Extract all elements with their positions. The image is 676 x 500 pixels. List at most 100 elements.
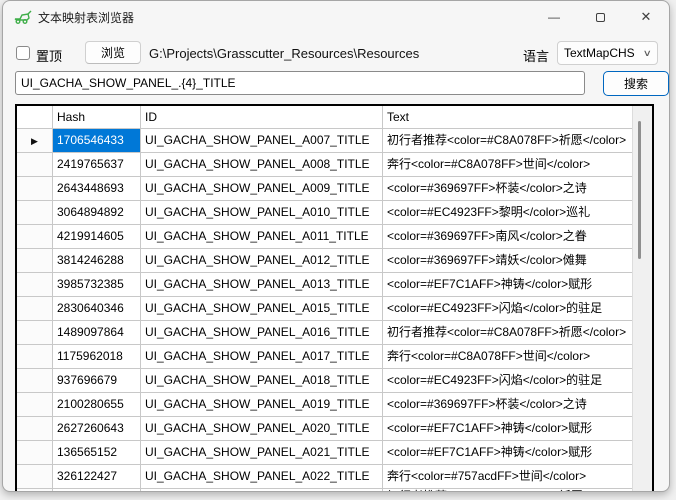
hash-cell[interactable]: 2100280655 (53, 393, 141, 417)
row-header-cell[interactable] (17, 273, 53, 297)
table-row[interactable]: 937696679UI_GACHA_SHOW_PANEL_A018_TITLE<… (17, 369, 632, 393)
row-header-cell[interactable] (17, 153, 53, 177)
row-header-cell[interactable] (17, 249, 53, 273)
id-cell[interactable]: UI_GACHA_SHOW_PANEL_A012_TITLE (141, 249, 383, 273)
text-cell[interactable]: <color=#369697FF>杯装</color>之诗 (383, 393, 632, 417)
close-button[interactable]: ✕ (623, 1, 669, 33)
row-header-cell[interactable] (17, 417, 53, 441)
id-cell[interactable]: UI_GACHA_SHOW_PANEL_A017_TITLE (141, 345, 383, 369)
hash-cell[interactable]: 1175962018 (53, 345, 141, 369)
text-cell[interactable]: <color=#EC4923FF>闪焰</color>的驻足 (383, 297, 632, 321)
text-cell[interactable]: <color=#369697FF>南风</color>之眷 (383, 225, 632, 249)
id-cell[interactable]: UI_GACHA_SHOW_PANEL_A015_TITLE (141, 297, 383, 321)
hash-cell[interactable]: 3064894892 (53, 201, 141, 225)
table-row[interactable]: 1489097864UI_GACHA_SHOW_PANEL_A016_TITLE… (17, 321, 632, 345)
id-cell[interactable]: UI_GACHA_SHOW_PANEL_A011_TITLE (141, 225, 383, 249)
column-header-text[interactable]: Text (383, 106, 632, 129)
row-header-cell[interactable] (17, 465, 53, 489)
selected-cell[interactable]: 1706546433 (53, 129, 141, 153)
id-cell[interactable]: UI_GACHA_SHOW_PANEL_A021_TITLE (141, 441, 383, 465)
id-cell[interactable]: UI_GACHA_SHOW_PANEL_A009_TITLE (141, 177, 383, 201)
row-header-cell[interactable] (17, 225, 53, 249)
vertical-scrollbar[interactable] (632, 106, 652, 491)
hash-cell[interactable]: 937696679 (53, 369, 141, 393)
table-row[interactable]: 2643448693UI_GACHA_SHOW_PANEL_A009_TITLE… (17, 177, 632, 201)
row-header-cell[interactable] (17, 393, 53, 417)
row-header-cell[interactable] (17, 201, 53, 225)
table-row[interactable]: 136565152UI_GACHA_SHOW_PANEL_A021_TITLE<… (17, 441, 632, 465)
table-row[interactable]: 3814246288UI_GACHA_SHOW_PANEL_A012_TITLE… (17, 249, 632, 273)
text-cell[interactable]: <color=#369697FF>杯装</color>之诗 (383, 177, 632, 201)
hash-cell[interactable]: 326122427 (53, 465, 141, 489)
table-row[interactable]: 初行者推荐<color=#C8A078FF>祈愿</color> (17, 489, 632, 492)
browse-button-label: 浏览 (101, 44, 125, 61)
search-button[interactable]: 搜索 (603, 71, 669, 96)
row-header-cell[interactable] (17, 369, 53, 393)
search-input[interactable] (15, 71, 585, 95)
text-cell[interactable]: <color=#369697FF>靖妖</color>傩舞 (383, 249, 632, 273)
maximize-button[interactable] (577, 1, 623, 33)
hash-cell[interactable]: 2830640346 (53, 297, 141, 321)
text-cell[interactable]: 初行者推荐<color=#C8A078FF>祈愿</color> (383, 129, 632, 153)
browse-button[interactable]: 浏览 (85, 41, 141, 64)
text-cell[interactable]: 奔行<color=#C8A078FF>世间</color> (383, 345, 632, 369)
table-row[interactable]: 326122427UI_GACHA_SHOW_PANEL_A022_TITLE奔… (17, 465, 632, 489)
text-cell[interactable]: 奔行<color=#C8A078FF>世间</color> (383, 153, 632, 177)
text-cell[interactable]: 奔行<color=#757acdFF>世间</color> (383, 465, 632, 489)
pin-on-top-checkbox[interactable] (16, 46, 30, 60)
maximize-icon (596, 13, 605, 22)
hash-cell[interactable]: 2627260643 (53, 417, 141, 441)
textmap-table: Hash ID Text ▶1706546433UI_GACHA_SHOW_PA… (15, 104, 654, 492)
table-row[interactable]: 2419765637UI_GACHA_SHOW_PANEL_A008_TITLE… (17, 153, 632, 177)
row-header-column[interactable] (17, 106, 53, 129)
table-row[interactable]: 3064894892UI_GACHA_SHOW_PANEL_A010_TITLE… (17, 201, 632, 225)
table-row[interactable]: 1175962018UI_GACHA_SHOW_PANEL_A017_TITLE… (17, 345, 632, 369)
table-row[interactable]: ▶ 1706546433UI_GACHA_SHOW_PANEL_A007_TITL… (17, 129, 632, 153)
row-header-cell[interactable] (17, 177, 53, 201)
table-row[interactable]: 2830640346UI_GACHA_SHOW_PANEL_A015_TITLE… (17, 297, 632, 321)
id-cell[interactable]: UI_GACHA_SHOW_PANEL_A019_TITLE (141, 393, 383, 417)
id-cell[interactable]: UI_GACHA_SHOW_PANEL_A007_TITLE (141, 129, 383, 153)
id-cell[interactable] (141, 489, 383, 492)
window-controls: — ✕ (531, 1, 669, 33)
row-header-cell[interactable] (17, 489, 53, 492)
id-cell[interactable]: UI_GACHA_SHOW_PANEL_A008_TITLE (141, 153, 383, 177)
language-dropdown[interactable]: TextMapCHS ∨ (557, 41, 658, 65)
text-cell[interactable]: <color=#EC4923FF>黎明</color>巡礼 (383, 201, 632, 225)
hash-cell[interactable]: 2419765637 (53, 153, 141, 177)
row-header-cell[interactable] (17, 441, 53, 465)
row-header-cell[interactable] (17, 297, 53, 321)
id-cell[interactable]: UI_GACHA_SHOW_PANEL_A020_TITLE (141, 417, 383, 441)
current-row-arrow-icon: ▶ (31, 136, 38, 146)
text-cell[interactable]: 初行者推荐<color=#C8A078FF>祈愿</color> (383, 489, 632, 492)
table-row[interactable]: 4219914605UI_GACHA_SHOW_PANEL_A011_TITLE… (17, 225, 632, 249)
text-cell[interactable]: <color=#EF7C1AFF>神铸</color>赋形 (383, 273, 632, 297)
row-header-cell[interactable] (17, 321, 53, 345)
hash-cell[interactable]: 3814246288 (53, 249, 141, 273)
table-row[interactable]: 2627260643UI_GACHA_SHOW_PANEL_A020_TITLE… (17, 417, 632, 441)
text-cell[interactable]: <color=#EC4923FF>闪焰</color>的驻足 (383, 369, 632, 393)
row-header-cell[interactable] (17, 345, 53, 369)
hash-cell[interactable]: 1489097864 (53, 321, 141, 345)
column-header-hash[interactable]: Hash (53, 106, 141, 129)
text-cell[interactable]: <color=#EF7C1AFF>神铸</color>赋形 (383, 417, 632, 441)
row-header-cell[interactable]: ▶ (17, 129, 53, 153)
scrollbar-thumb[interactable] (638, 121, 641, 259)
column-header-id[interactable]: ID (141, 106, 383, 129)
hash-cell[interactable]: 2643448693 (53, 177, 141, 201)
text-cell[interactable]: <color=#EF7C1AFF>神铸</color>赋形 (383, 441, 632, 465)
title-bar[interactable]: 文本映射表浏览器 — ✕ (3, 1, 669, 33)
id-cell[interactable]: UI_GACHA_SHOW_PANEL_A022_TITLE (141, 465, 383, 489)
hash-cell[interactable]: 136565152 (53, 441, 141, 465)
id-cell[interactable]: UI_GACHA_SHOW_PANEL_A010_TITLE (141, 201, 383, 225)
id-cell[interactable]: UI_GACHA_SHOW_PANEL_A013_TITLE (141, 273, 383, 297)
hash-cell[interactable] (53, 489, 141, 492)
text-cell[interactable]: 初行者推荐<color=#C8A078FF>祈愿</color> (383, 321, 632, 345)
table-row[interactable]: 2100280655UI_GACHA_SHOW_PANEL_A019_TITLE… (17, 393, 632, 417)
minimize-button[interactable]: — (531, 1, 577, 33)
hash-cell[interactable]: 4219914605 (53, 225, 141, 249)
id-cell[interactable]: UI_GACHA_SHOW_PANEL_A018_TITLE (141, 369, 383, 393)
hash-cell[interactable]: 3985732385 (53, 273, 141, 297)
table-row[interactable]: 3985732385UI_GACHA_SHOW_PANEL_A013_TITLE… (17, 273, 632, 297)
id-cell[interactable]: UI_GACHA_SHOW_PANEL_A016_TITLE (141, 321, 383, 345)
